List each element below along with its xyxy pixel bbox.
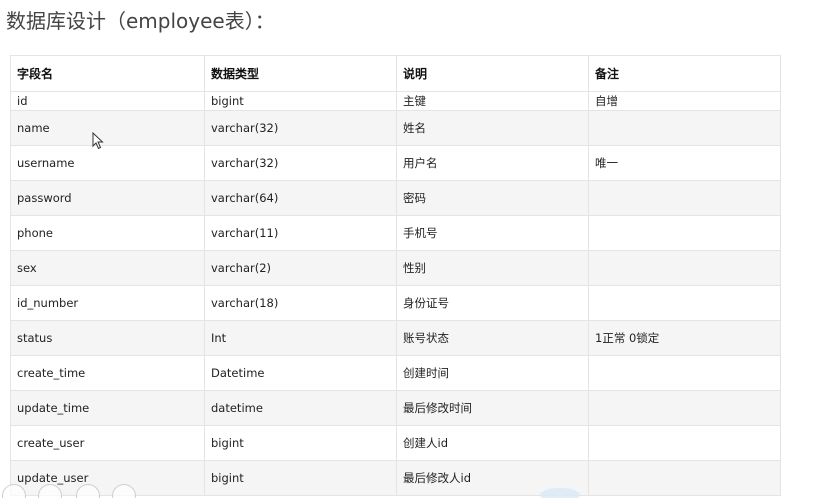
cell-remark: [588, 180, 781, 216]
cell-field-name: status: [10, 320, 205, 356]
cell-field-name: phone: [10, 215, 205, 251]
table-row: create_time Datetime 创建时间: [10, 355, 781, 391]
header-remark: 备注: [588, 55, 781, 92]
cell-description: 创建人id: [396, 425, 589, 461]
more-icon[interactable]: [112, 484, 136, 498]
table-row: create_user bigint 创建人id: [10, 425, 781, 461]
table-row: name varchar(32) 姓名: [10, 110, 781, 146]
cell-description: 身份证号: [396, 285, 589, 321]
cell-field-name: update_time: [10, 390, 205, 426]
cell-field-name: password: [10, 180, 205, 216]
cell-remark: [588, 355, 781, 391]
cell-description: 用户名: [396, 145, 589, 181]
cell-data-type: Int: [204, 320, 397, 356]
cell-field-name: create_time: [10, 355, 205, 391]
table-row: status Int 账号状态 1正常 0锁定: [10, 320, 781, 356]
cell-remark: [588, 250, 781, 286]
cell-field-name: username: [10, 145, 205, 181]
table-row: id_number varchar(18) 身份证号: [10, 285, 781, 321]
cell-description: 创建时间: [396, 355, 589, 391]
cell-data-type: varchar(11): [204, 215, 397, 251]
search-icon[interactable]: [76, 484, 100, 498]
cell-field-name: name: [10, 110, 205, 146]
cell-data-type: varchar(32): [204, 110, 397, 146]
bottom-toolbar: [0, 482, 160, 498]
cell-data-type: bigint: [204, 425, 397, 461]
cell-remark: 唯一: [588, 145, 781, 181]
cell-description: 姓名: [396, 110, 589, 146]
pen-icon[interactable]: [2, 484, 26, 498]
employee-table: 字段名 数据类型 说明 备注 id bigint 主键 自增 name varchar(3…: [10, 55, 781, 496]
cell-remark: [588, 425, 781, 461]
cell-data-type: varchar(18): [204, 285, 397, 321]
cell-remark: [588, 390, 781, 426]
cell-description: 手机号: [396, 215, 589, 251]
cell-data-type: datetime: [204, 390, 397, 426]
cell-remark: 1正常 0锁定: [588, 320, 781, 356]
cell-data-type: varchar(2): [204, 250, 397, 286]
mouse-pointer-icon: [92, 132, 104, 150]
table-row: username varchar(32) 用户名 唯一: [10, 145, 781, 181]
cell-field-name: id: [10, 91, 205, 111]
cell-description: 主键: [396, 91, 589, 111]
grid-icon[interactable]: [38, 484, 62, 498]
cell-description: 账号状态: [396, 320, 589, 356]
cell-field-name: id_number: [10, 285, 205, 321]
cell-field-name: sex: [10, 250, 205, 286]
cell-field-name: create_user: [10, 425, 205, 461]
header-data-type: 数据类型: [204, 55, 397, 92]
table-row: sex varchar(2) 性别: [10, 250, 781, 286]
cell-description: 最后修改时间: [396, 390, 589, 426]
table-row: update_time datetime 最后修改时间: [10, 390, 781, 426]
page-title: 数据库设计（employee表）：: [6, 9, 275, 33]
cell-data-type: bigint: [204, 460, 397, 496]
table-row: phone varchar(11) 手机号: [10, 215, 781, 251]
cell-data-type: bigint: [204, 91, 397, 111]
cell-description: 密码: [396, 180, 589, 216]
header-description: 说明: [396, 55, 589, 92]
cell-remark: [588, 460, 781, 496]
header-field-name: 字段名: [10, 55, 205, 92]
document-page: 数据库设计（employee表）： 字段名 数据类型 说明 备注 id bigin…: [0, 0, 831, 498]
cell-data-type: varchar(64): [204, 180, 397, 216]
table-row: password varchar(64) 密码: [10, 180, 781, 216]
employee-table-container: 字段名 数据类型 说明 备注 id bigint 主键 自增 name varchar(3…: [10, 55, 781, 496]
cell-data-type: varchar(32): [204, 145, 397, 181]
cell-remark: [588, 285, 781, 321]
decorative-highlight: [540, 488, 580, 498]
cell-remark: [588, 215, 781, 251]
cell-remark: 自增: [588, 91, 781, 111]
cell-data-type: Datetime: [204, 355, 397, 391]
table-header-row: 字段名 数据类型 说明 备注: [10, 55, 781, 92]
table-row: id bigint 主键 自增: [10, 91, 781, 111]
cell-remark: [588, 110, 781, 146]
cell-description: 性别: [396, 250, 589, 286]
